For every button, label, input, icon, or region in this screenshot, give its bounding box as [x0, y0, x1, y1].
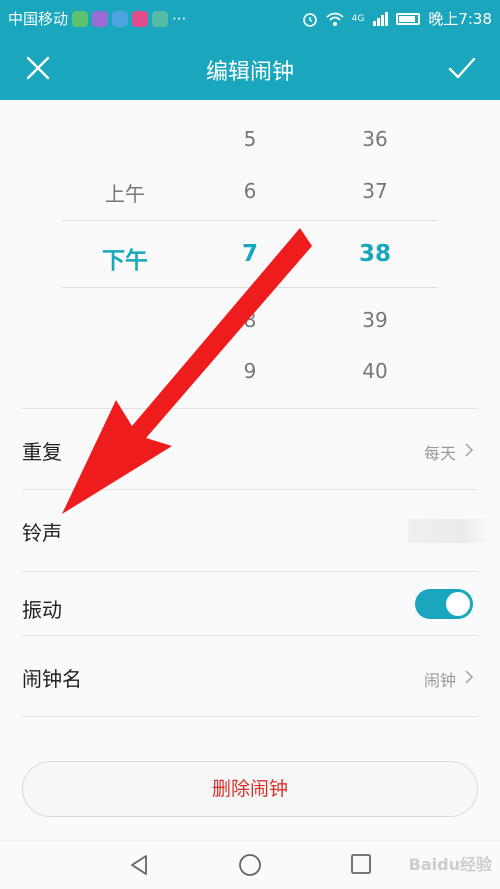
- wifi-icon: [326, 12, 344, 26]
- repeat-value: 每天: [423, 444, 456, 463]
- status-bar: 中国移动 ··· 4G 晚上7:38: [0, 0, 500, 34]
- divider: [22, 716, 478, 717]
- picker-minute[interactable]: 39: [335, 308, 415, 332]
- alarm-edit-form: 上午 下午 5 6 7 8 9 36 37 38 39 40 重复 每天 铃声 …: [0, 100, 500, 840]
- picker-hour-selected[interactable]: 7: [210, 241, 290, 267]
- home-icon[interactable]: [238, 853, 262, 877]
- picker-minute[interactable]: 37: [335, 179, 415, 203]
- clock-time: 晚上7:38: [428, 10, 492, 28]
- picker-hour[interactable]: 5: [210, 127, 290, 151]
- check-icon[interactable]: [446, 52, 478, 84]
- picker-hour[interactable]: 8: [210, 308, 290, 332]
- picker-ampm-am[interactable]: 上午: [85, 178, 165, 207]
- recent-apps-icon[interactable]: [350, 853, 372, 875]
- vibrate-row[interactable]: 振动: [0, 570, 500, 636]
- picker-divider-bottom: [62, 287, 438, 288]
- toggle-knob: [446, 592, 470, 616]
- network-type: 4G: [351, 13, 365, 24]
- divider: [22, 635, 478, 636]
- vibrate-label: 振动: [22, 598, 62, 622]
- app-notification-icon: [132, 10, 149, 27]
- alarm-name-row[interactable]: 闹钟名 闹钟: [0, 637, 500, 717]
- ringtone-label: 铃声: [22, 521, 62, 545]
- ringtone-row[interactable]: 铃声: [0, 491, 500, 571]
- divider: [22, 408, 478, 409]
- app-notification-icon: [72, 10, 89, 27]
- back-icon[interactable]: [128, 853, 150, 877]
- app-notification-icon: [152, 10, 169, 27]
- alarm-name-value: 闹钟: [423, 671, 456, 690]
- alarm-icon: [302, 12, 317, 27]
- picker-minute-selected[interactable]: 38: [335, 241, 415, 267]
- signal-icon: [373, 11, 389, 26]
- picker-minute[interactable]: 40: [335, 359, 415, 383]
- page-title: 编辑闹钟: [205, 60, 294, 85]
- battery-icon: [396, 12, 421, 25]
- carrier-label: 中国移动: [8, 10, 69, 28]
- ringtone-value: [408, 519, 486, 543]
- divider: [22, 489, 478, 490]
- time-picker[interactable]: 上午 下午 5 6 7 8 9 36 37 38 39 40: [0, 100, 500, 408]
- more-notifications: ···: [172, 9, 187, 28]
- repeat-label: 重复: [22, 440, 62, 464]
- app-header: 编辑闹钟: [0, 34, 500, 100]
- repeat-row[interactable]: 重复 每天: [0, 410, 500, 490]
- vibrate-toggle[interactable]: [415, 589, 473, 619]
- delete-alarm-button[interactable]: 删除闹钟: [22, 761, 478, 817]
- chevron-right-icon: [465, 670, 474, 684]
- picker-ampm-pm[interactable]: 下午: [85, 241, 165, 275]
- picker-hour[interactable]: 6: [210, 179, 290, 203]
- app-notification-icon: [92, 10, 109, 27]
- app-notification-icon: [112, 10, 129, 27]
- watermark-logo: Baidu经验: [408, 855, 492, 874]
- picker-hour[interactable]: 9: [210, 359, 290, 383]
- chevron-right-icon: [465, 443, 474, 457]
- navigation-bar: Baidu经验: [0, 840, 500, 889]
- alarm-name-label: 闹钟名: [22, 667, 82, 691]
- picker-divider-top: [62, 220, 438, 221]
- picker-minute[interactable]: 36: [335, 127, 415, 151]
